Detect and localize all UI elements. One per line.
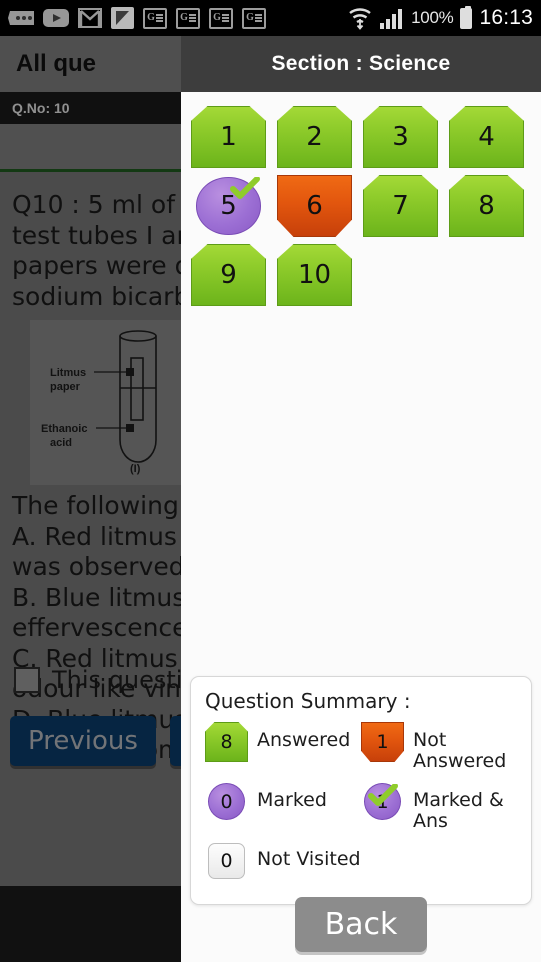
- question-number-button[interactable]: 7: [363, 175, 438, 237]
- summary-count: 0: [220, 850, 233, 873]
- question-number-button[interactable]: 6: [277, 175, 352, 237]
- question-number-button[interactable]: 10: [277, 244, 352, 306]
- question-number-label: 8: [478, 191, 495, 221]
- status-bar: G G G G 100% 16:13: [0, 0, 541, 36]
- question-number-label: Q.No: 10: [12, 100, 70, 116]
- summary-count: 8: [220, 731, 233, 753]
- dots-message-icon: [8, 11, 34, 25]
- svg-text:Litmus: Litmus: [50, 367, 86, 379]
- app-title: All que: [16, 50, 97, 77]
- status-bar-notification-icons: G G G G: [8, 7, 266, 29]
- summary-count: 0: [220, 790, 233, 813]
- signal-bars-icon: [380, 9, 403, 29]
- mark-question-checkbox-row[interactable]: This questio: [14, 666, 197, 694]
- question-number-button[interactable]: 3: [363, 106, 438, 168]
- summary-label: Marked: [257, 788, 327, 811]
- summary-legend-item: 1 Not Answered: [361, 722, 517, 773]
- question-number-grid: 1 2 3 4 5 6 7 8 9 10: [181, 92, 541, 306]
- previous-button[interactable]: Previous: [10, 716, 156, 766]
- battery-percent-label: 100%: [411, 8, 454, 27]
- google-news-icon: G: [143, 7, 167, 29]
- status-bar-system-icons: 100% 16:13: [347, 5, 533, 30]
- summary-label: Marked & Ans: [413, 788, 504, 832]
- google-news-icon: G: [242, 7, 266, 29]
- test-tube-diagram-icon: Litmus paper Ethanoic acid (I): [30, 320, 190, 485]
- youtube-icon: [43, 9, 69, 27]
- google-news-icon: G: [176, 7, 200, 29]
- question-number-button[interactable]: 8: [449, 175, 524, 237]
- back-button-row: Back: [181, 897, 541, 952]
- mark-question-checkbox[interactable]: [14, 667, 40, 693]
- screen: G G G G 100% 16:13 All que Q.No: 10 Q10 …: [0, 0, 541, 962]
- svg-text:acid: acid: [50, 437, 72, 449]
- question-number-button[interactable]: 5: [191, 175, 266, 237]
- clock-label: 16:13: [479, 6, 533, 29]
- summary-count: 1: [376, 731, 389, 753]
- question-number-label: 4: [478, 122, 495, 152]
- question-figure: Litmus paper Ethanoic acid (I): [30, 320, 190, 485]
- wifi-icon: [349, 8, 371, 30]
- question-summary-card: Question Summary : 8 Answered 1 Not Answere…: [190, 676, 532, 906]
- battery-full-icon: [460, 5, 473, 29]
- svg-text:Ethanoic: Ethanoic: [41, 423, 87, 435]
- summary-badge: 0: [205, 782, 248, 822]
- svg-text:paper: paper: [50, 381, 81, 393]
- check-icon: [230, 177, 260, 199]
- summary-badge: 0: [205, 841, 248, 881]
- summary-legend-list: 8 Answered 1 Not Answered 0 Marked 1 Marked & A…: [205, 722, 517, 890]
- summary-legend-item: 1 Marked & Ans: [361, 782, 517, 833]
- svg-text:(I): (I): [130, 463, 141, 475]
- summary-legend-item: 0 Marked: [205, 782, 361, 833]
- summary-title: Question Summary :: [205, 689, 411, 713]
- question-number-button[interactable]: 2: [277, 106, 352, 168]
- mark-question-label: This questio: [52, 666, 198, 694]
- summary-badge: 1: [361, 782, 404, 822]
- question-number-button[interactable]: 9: [191, 244, 266, 306]
- summary-label: Not Visited: [257, 848, 361, 871]
- question-number-label: 2: [306, 122, 323, 152]
- summary-badge: 8: [205, 722, 248, 762]
- panel-title: Section : Science: [271, 52, 451, 75]
- check-icon: [368, 783, 398, 806]
- question-number-label: 9: [220, 260, 237, 290]
- question-number-label: 7: [392, 191, 409, 221]
- question-number-label: 6: [306, 191, 323, 221]
- panel-header: Section : Science: [181, 36, 541, 92]
- summary-label: Not Answered: [413, 729, 507, 773]
- summary-legend-item: 0 Not Visited: [205, 841, 517, 881]
- summary-badge: 1: [361, 722, 404, 762]
- question-number-button[interactable]: 4: [449, 106, 524, 168]
- back-button[interactable]: Back: [294, 897, 428, 952]
- question-number-label: 1: [220, 122, 237, 152]
- gmail-icon: [78, 8, 102, 28]
- question-number-label: 10: [297, 260, 332, 290]
- question-number-button[interactable]: 1: [191, 106, 266, 168]
- summary-label: Answered: [257, 729, 351, 751]
- summary-legend-item: 8 Answered: [205, 722, 361, 773]
- question-number-label: 3: [392, 122, 409, 152]
- google-news-icon: G: [209, 7, 233, 29]
- question-palette-panel: Section : Science 1 2 3 4 5 6 7 8 9 10 Question S…: [181, 36, 541, 962]
- flipboard-icon: [111, 7, 134, 29]
